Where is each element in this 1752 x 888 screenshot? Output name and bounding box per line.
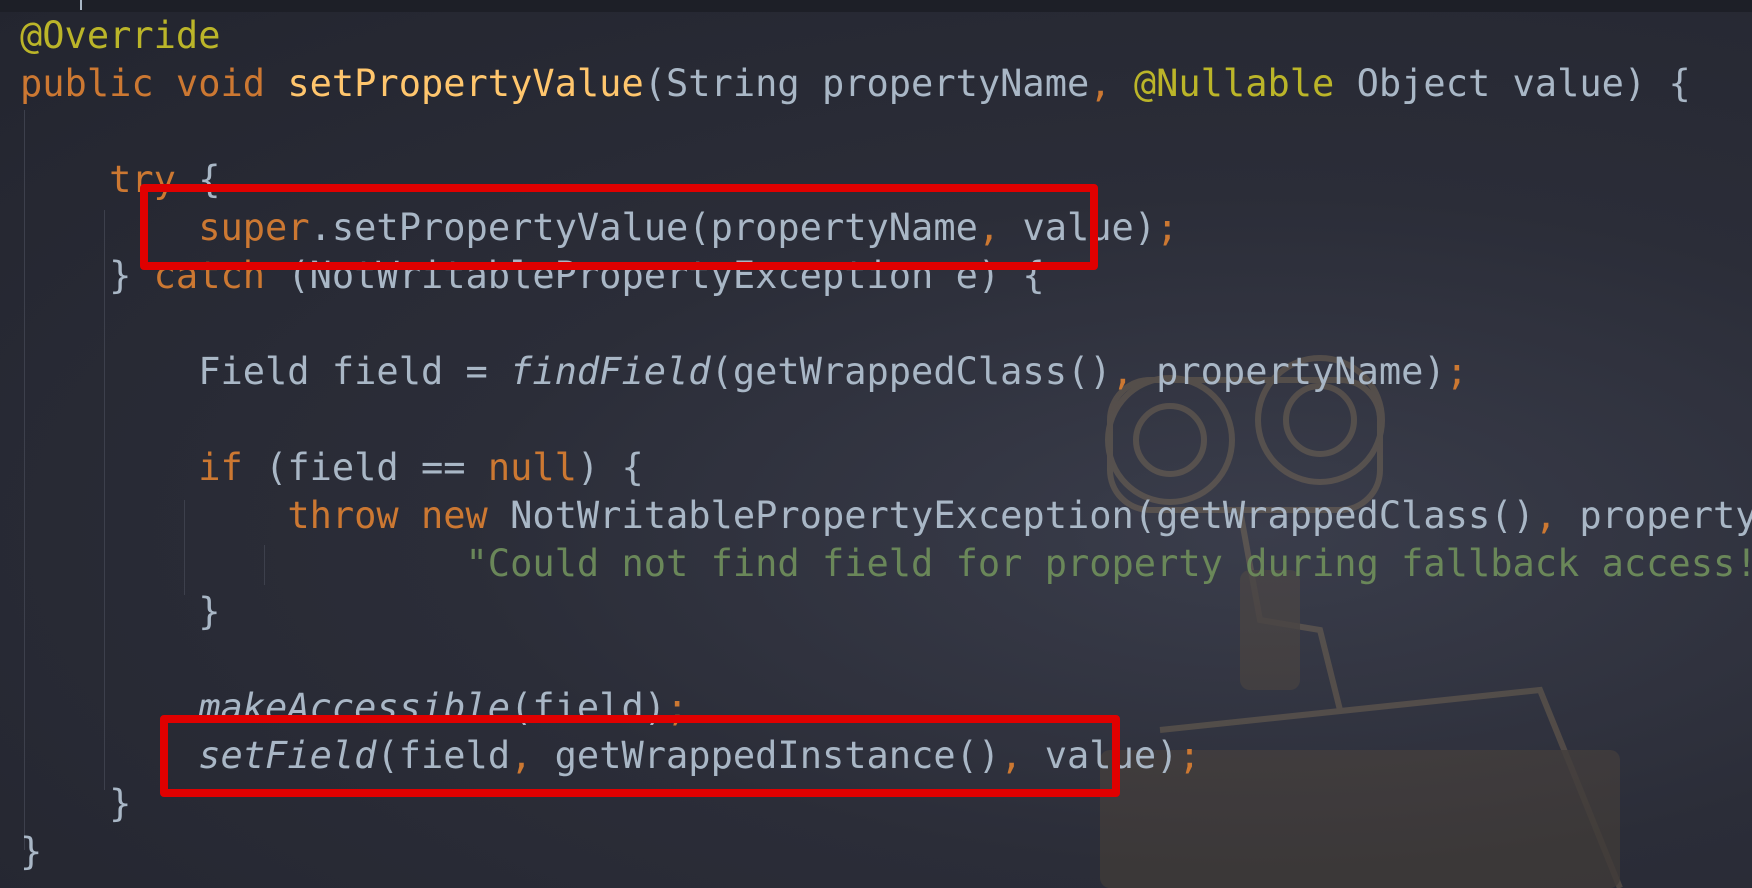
- code-token: ) {: [576, 446, 644, 489]
- code-token: (field ==: [242, 446, 488, 489]
- code-token: if: [198, 446, 243, 489]
- code-token: "Could not find field for property durin…: [465, 542, 1752, 585]
- highlight-setfield-call: [160, 715, 1120, 797]
- code-token: setPropertyValue: [287, 62, 644, 105]
- code-line[interactable]: @Override: [20, 12, 220, 60]
- code-token: NotWritablePropertyException(getWrappedC…: [510, 494, 1535, 537]
- code-token: throw new: [287, 494, 511, 537]
- code-token: Object value) {: [1334, 62, 1691, 105]
- code-token: Field field =: [20, 350, 511, 393]
- code-token: }: [20, 830, 43, 873]
- code-token: ,: [1111, 350, 1157, 393]
- code-token: }: [20, 782, 132, 825]
- code-token: }: [20, 254, 154, 297]
- code-token: propertyName): [1156, 350, 1446, 393]
- code-token: }: [20, 590, 221, 633]
- code-line[interactable]: public void setPropertyValue(String prop…: [20, 60, 1691, 108]
- highlight-super-call: [140, 184, 1098, 270]
- code-line[interactable]: "Could not find field for property durin…: [20, 540, 1752, 588]
- text-cursor: [80, 0, 82, 10]
- code-token: findField: [510, 350, 711, 393]
- robot-background-image: [1100, 355, 1623, 888]
- code-token: ;: [1445, 350, 1468, 393]
- code-token: null: [487, 446, 577, 489]
- code-line[interactable]: throw new NotWritablePropertyException(g…: [20, 492, 1752, 540]
- code-token: @Nullable: [1133, 62, 1335, 105]
- code-token: ;: [1156, 206, 1179, 249]
- code-token: public void: [20, 62, 288, 105]
- editor-top-strip: [0, 0, 1752, 12]
- code-token: ,: [1534, 494, 1580, 537]
- code-line[interactable]: }: [20, 588, 220, 636]
- code-token: propertyName: [1579, 494, 1752, 537]
- code-line[interactable]: if (field == null) {: [20, 444, 644, 492]
- code-token: @Override: [20, 14, 221, 57]
- code-token: ,: [1089, 62, 1134, 105]
- code-token: (getWrappedClass(): [710, 350, 1112, 393]
- code-line[interactable]: Field field = findField(getWrappedClass(…: [20, 348, 1468, 396]
- code-line[interactable]: }: [20, 828, 42, 876]
- code-editor[interactable]: @Override public void setPropertyValue(St…: [0, 0, 1752, 888]
- code-token: (String propertyName: [643, 62, 1090, 105]
- code-token: ;: [1178, 734, 1201, 777]
- code-line[interactable]: }: [20, 780, 131, 828]
